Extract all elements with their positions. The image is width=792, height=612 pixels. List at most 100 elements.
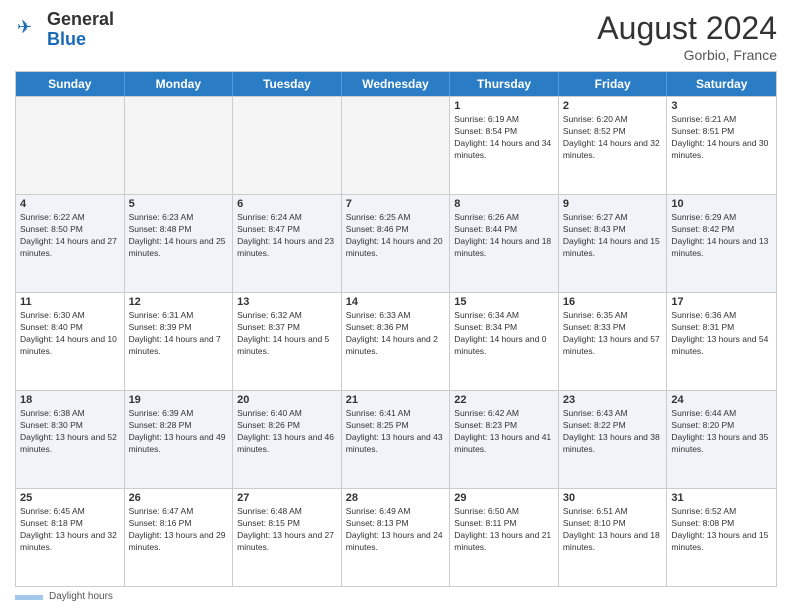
svg-text:✈: ✈ <box>17 17 32 37</box>
day-number: 28 <box>346 492 446 504</box>
day-info: Sunrise: 6:26 AMSunset: 8:44 PMDaylight:… <box>454 212 554 260</box>
day-number: 9 <box>563 198 663 210</box>
page: ✈ General Blue August 2024 Gorbio, Franc… <box>0 0 792 612</box>
day-info: Sunrise: 6:25 AMSunset: 8:46 PMDaylight:… <box>346 212 446 260</box>
day-info: Sunrise: 6:21 AMSunset: 8:51 PMDaylight:… <box>671 114 772 162</box>
day-info: Sunrise: 6:19 AMSunset: 8:54 PMDaylight:… <box>454 114 554 162</box>
day-number: 8 <box>454 198 554 210</box>
calendar: SundayMondayTuesdayWednesdayThursdayFrid… <box>15 71 777 587</box>
day-info: Sunrise: 6:33 AMSunset: 8:36 PMDaylight:… <box>346 310 446 358</box>
cal-cell-2-3: 14 Sunrise: 6:33 AMSunset: 8:36 PMDayligh… <box>342 293 451 390</box>
cal-cell-2-4: 15 Sunrise: 6:34 AMSunset: 8:34 PMDayligh… <box>450 293 559 390</box>
header-day-wednesday: Wednesday <box>342 72 451 96</box>
week-row-5: 25 Sunrise: 6:45 AMSunset: 8:18 PMDayligh… <box>16 488 776 586</box>
legend-daylight: Daylight hours <box>15 591 113 602</box>
day-info: Sunrise: 6:35 AMSunset: 8:33 PMDaylight:… <box>563 310 663 358</box>
day-info: Sunrise: 6:45 AMSunset: 8:18 PMDaylight:… <box>20 506 120 554</box>
day-number: 21 <box>346 394 446 406</box>
cal-cell-1-4: 8 Sunrise: 6:26 AMSunset: 8:44 PMDaylight… <box>450 195 559 292</box>
cal-cell-4-4: 29Sunrise: 6:50 AMSunset: 8:11 PMDayligh… <box>450 489 559 586</box>
day-number: 23 <box>563 394 663 406</box>
cal-cell-3-6: 24Sunrise: 6:44 AMSunset: 8:20 PMDayligh… <box>667 391 776 488</box>
cal-cell-3-1: 19 Sunrise: 6:39 AMSunset: 8:28 PMDayligh… <box>125 391 234 488</box>
day-number: 22 <box>454 394 554 406</box>
week-row-4: 18 Sunrise: 6:38 AMSunset: 8:30 PMDayligh… <box>16 390 776 488</box>
day-number: 2 <box>563 100 663 112</box>
day-number: 18 <box>20 394 120 406</box>
day-number: 16 <box>563 296 663 308</box>
day-number: 6 <box>237 198 337 210</box>
day-info: Sunrise: 6:39 AMSunset: 8:28 PMDaylight:… <box>129 408 229 456</box>
cal-cell-4-1: 26Sunrise: 6:47 AMSunset: 8:16 PMDayligh… <box>125 489 234 586</box>
day-number: 25 <box>20 492 120 504</box>
day-info: Sunrise: 6:44 AMSunset: 8:20 PMDaylight:… <box>671 408 772 456</box>
cal-cell-4-3: 28 Sunrise: 6:49 AMSunset: 8:13 PMDayligh… <box>342 489 451 586</box>
cal-cell-3-2: 20Sunrise: 6:40 AMSunset: 8:26 PMDayligh… <box>233 391 342 488</box>
logo: ✈ General Blue <box>15 10 114 50</box>
day-info: Sunrise: 6:41 AMSunset: 8:25 PMDaylight:… <box>346 408 446 456</box>
day-info: Sunrise: 6:31 AMSunset: 8:39 PMDaylight:… <box>129 310 229 358</box>
day-info: Sunrise: 6:22 AMSunset: 8:50 PMDaylight:… <box>20 212 120 260</box>
day-number: 20 <box>237 394 337 406</box>
cal-cell-2-0: 11 Sunrise: 6:30 AMSunset: 8:40 PMDayligh… <box>16 293 125 390</box>
day-info: Sunrise: 6:27 AMSunset: 8:43 PMDaylight:… <box>563 212 663 260</box>
calendar-header: SundayMondayTuesdayWednesdayThursdayFrid… <box>16 72 776 96</box>
cal-cell-2-6: 17 Sunrise: 6:36 AMSunset: 8:31 PMDayligh… <box>667 293 776 390</box>
cal-cell-0-3 <box>342 97 451 194</box>
day-number: 27 <box>237 492 337 504</box>
day-number: 19 <box>129 394 229 406</box>
day-info: Sunrise: 6:23 AMSunset: 8:48 PMDaylight:… <box>129 212 229 260</box>
day-number: 5 <box>129 198 229 210</box>
day-info: Sunrise: 6:34 AMSunset: 8:34 PMDaylight:… <box>454 310 554 358</box>
day-info: Sunrise: 6:32 AMSunset: 8:37 PMDaylight:… <box>237 310 337 358</box>
day-info: Sunrise: 6:20 AMSunset: 8:52 PMDaylight:… <box>563 114 663 162</box>
day-number: 30 <box>563 492 663 504</box>
cal-cell-0-1 <box>125 97 234 194</box>
header-day-sunday: Sunday <box>16 72 125 96</box>
cal-cell-3-5: 23 Sunrise: 6:43 AMSunset: 8:22 PMDayligh… <box>559 391 668 488</box>
cal-cell-1-6: 10Sunrise: 6:29 AMSunset: 8:42 PMDayligh… <box>667 195 776 292</box>
day-info: Sunrise: 6:43 AMSunset: 8:22 PMDaylight:… <box>563 408 663 456</box>
day-info: Sunrise: 6:52 AMSunset: 8:08 PMDaylight:… <box>671 506 772 554</box>
day-number: 14 <box>346 296 446 308</box>
logo-blue: Blue <box>47 29 86 49</box>
day-number: 4 <box>20 198 120 210</box>
title-block: August 2024 Gorbio, France <box>597 10 777 63</box>
legend: Daylight hours <box>15 591 777 602</box>
header-day-thursday: Thursday <box>450 72 559 96</box>
day-number: 15 <box>454 296 554 308</box>
header-day-friday: Friday <box>559 72 668 96</box>
cal-cell-0-6: 3 Sunrise: 6:21 AMSunset: 8:51 PMDaylight… <box>667 97 776 194</box>
legend-daylight-label: Daylight hours <box>49 591 113 602</box>
day-number: 3 <box>671 100 772 112</box>
cal-cell-1-1: 5 Sunrise: 6:23 AMSunset: 8:48 PMDaylight… <box>125 195 234 292</box>
day-info: Sunrise: 6:36 AMSunset: 8:31 PMDaylight:… <box>671 310 772 358</box>
cal-cell-0-5: 2 Sunrise: 6:20 AMSunset: 8:52 PMDaylight… <box>559 97 668 194</box>
logo-icon: ✈ <box>15 13 43 46</box>
day-number: 17 <box>671 296 772 308</box>
cal-cell-4-2: 27 Sunrise: 6:48 AMSunset: 8:15 PMDayligh… <box>233 489 342 586</box>
day-info: Sunrise: 6:42 AMSunset: 8:23 PMDaylight:… <box>454 408 554 456</box>
day-info: Sunrise: 6:24 AMSunset: 8:47 PMDaylight:… <box>237 212 337 260</box>
day-info: Sunrise: 6:48 AMSunset: 8:15 PMDaylight:… <box>237 506 337 554</box>
day-info: Sunrise: 6:49 AMSunset: 8:13 PMDaylight:… <box>346 506 446 554</box>
calendar-body: 1 Sunrise: 6:19 AMSunset: 8:54 PMDaylight… <box>16 96 776 586</box>
day-info: Sunrise: 6:47 AMSunset: 8:16 PMDaylight:… <box>129 506 229 554</box>
day-number: 12 <box>129 296 229 308</box>
cal-cell-3-3: 21 Sunrise: 6:41 AMSunset: 8:25 PMDayligh… <box>342 391 451 488</box>
week-row-2: 4 Sunrise: 6:22 AMSunset: 8:50 PMDaylight… <box>16 194 776 292</box>
day-number: 1 <box>454 100 554 112</box>
day-info: Sunrise: 6:30 AMSunset: 8:40 PMDaylight:… <box>20 310 120 358</box>
day-info: Sunrise: 6:38 AMSunset: 8:30 PMDaylight:… <box>20 408 120 456</box>
cal-cell-3-0: 18 Sunrise: 6:38 AMSunset: 8:30 PMDayligh… <box>16 391 125 488</box>
cal-cell-2-2: 13Sunrise: 6:32 AMSunset: 8:37 PMDayligh… <box>233 293 342 390</box>
day-number: 11 <box>20 296 120 308</box>
logo-general: General <box>47 9 114 29</box>
cal-cell-0-0 <box>16 97 125 194</box>
cal-cell-4-5: 30 Sunrise: 6:51 AMSunset: 8:10 PMDayligh… <box>559 489 668 586</box>
cal-cell-1-3: 7Sunrise: 6:25 AMSunset: 8:46 PMDaylight… <box>342 195 451 292</box>
cal-cell-1-0: 4 Sunrise: 6:22 AMSunset: 8:50 PMDaylight… <box>16 195 125 292</box>
header-day-monday: Monday <box>125 72 234 96</box>
cal-cell-2-1: 12 Sunrise: 6:31 AMSunset: 8:39 PMDayligh… <box>125 293 234 390</box>
day-info: Sunrise: 6:51 AMSunset: 8:10 PMDaylight:… <box>563 506 663 554</box>
